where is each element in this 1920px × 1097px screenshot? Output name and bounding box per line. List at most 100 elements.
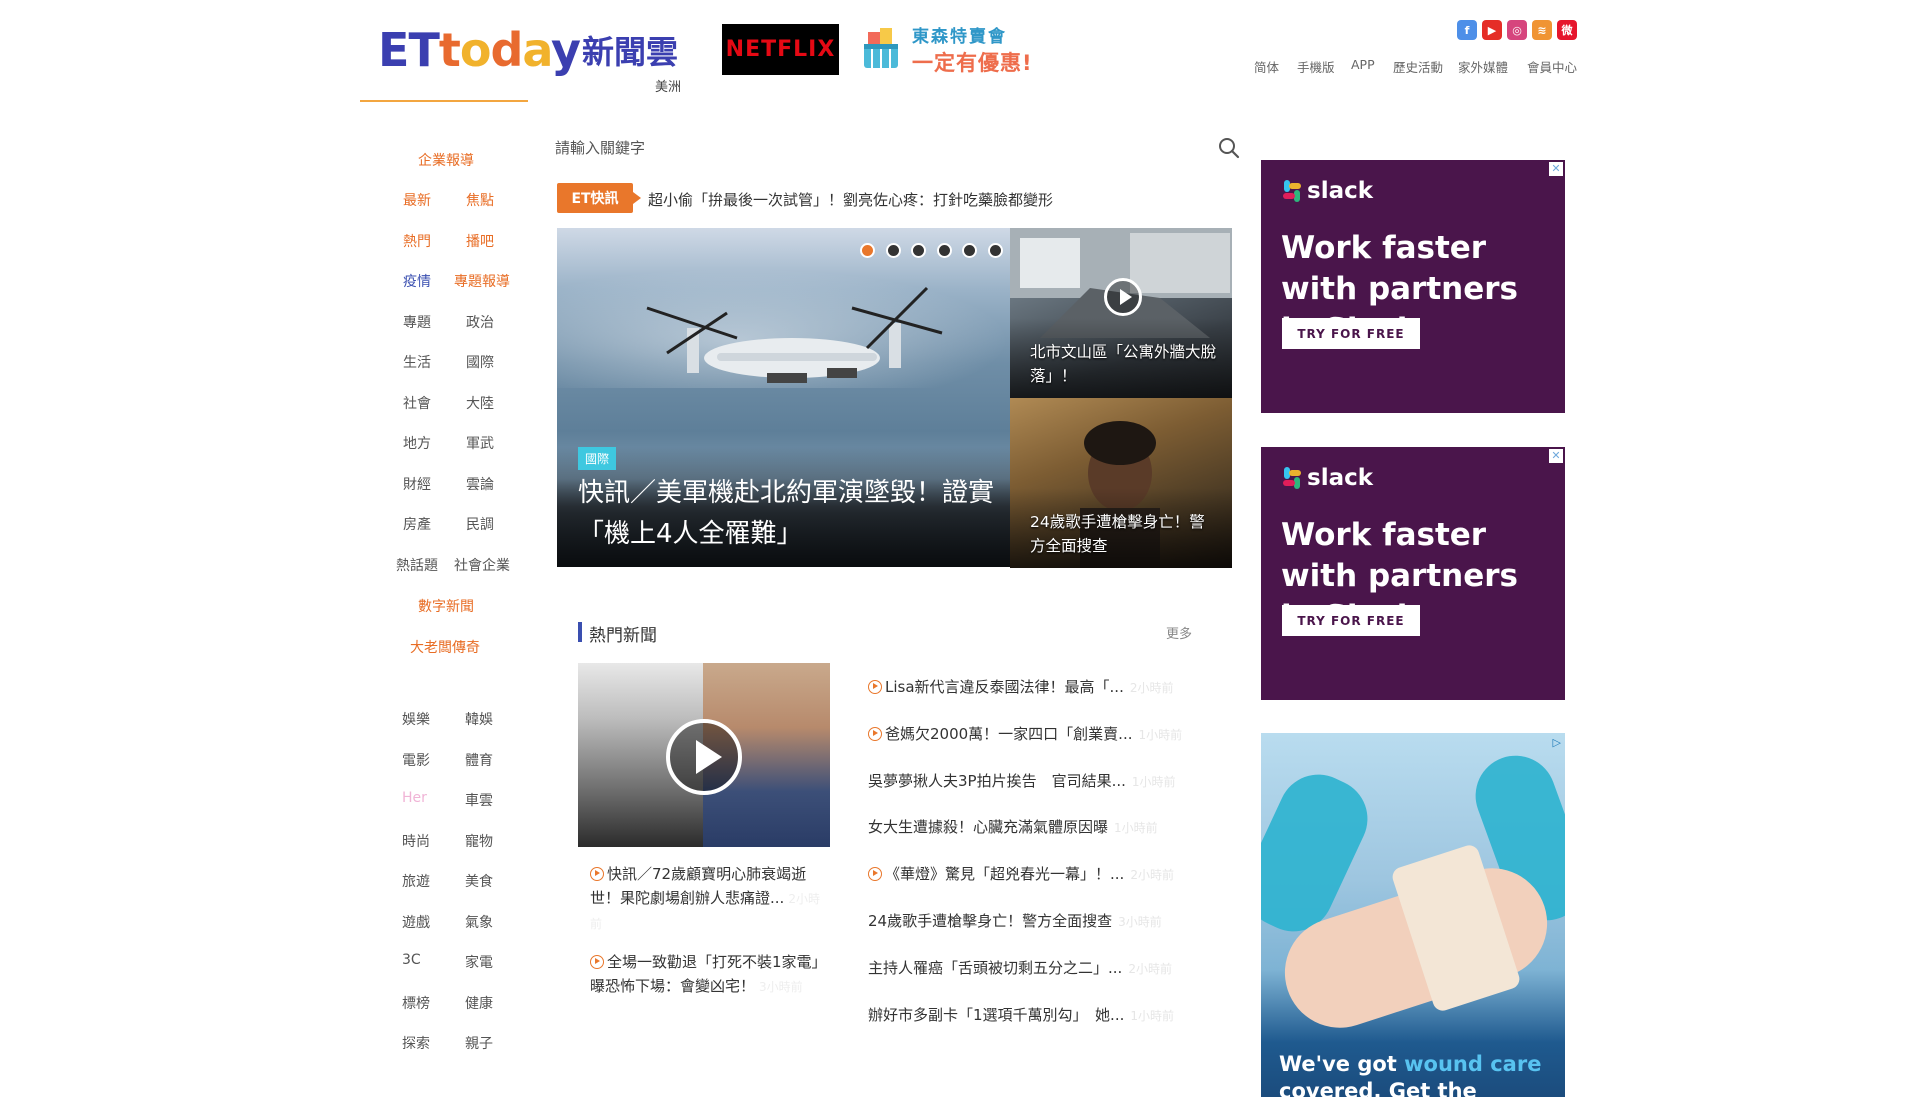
sidebar-item[interactable]: 專題 [403, 312, 431, 332]
sidebar-item[interactable]: 軍武 [466, 433, 494, 453]
sidebar-item[interactable]: 社會企業 [454, 555, 510, 575]
top-nav-link[interactable]: 歷史活動 [1393, 57, 1443, 76]
sidebar-item-boss[interactable]: 大老闆傳奇 [410, 637, 480, 657]
sidebar-item[interactable]: 地方 [403, 433, 431, 453]
hot-news-title[interactable]: 主持人罹癌「舌頭被切剩五分之二」... [868, 959, 1122, 977]
sidebar-item[interactable]: 氣象 [465, 912, 493, 932]
ad-close-icon[interactable]: ✕ [1549, 449, 1563, 463]
carousel-dot[interactable] [936, 243, 952, 258]
promo-banner[interactable]: 東森特賣會 一定有優惠! [858, 20, 1034, 78]
sidebar-item[interactable]: 最新 [403, 190, 431, 210]
youtube-icon[interactable]: ▶ [1482, 20, 1502, 40]
hot-news-item[interactable]: 吳夢夢揪人夫3P拍片挨告 官司結果... 1小時前 [868, 770, 1208, 791]
sidebar-item[interactable]: 時尚 [402, 831, 430, 851]
carousel-dot[interactable] [987, 243, 1003, 258]
hot-news-item[interactable]: Lisa新代言違反泰國法律！最高「... 2小時前 [868, 676, 1208, 697]
sidebar-item[interactable]: 房產 [403, 514, 431, 534]
breaking-news-ticker[interactable]: 超小偷「拚最後一次試管」！劉亮佐心疼：打針吃藥臉都變形 [648, 189, 1053, 210]
ad-close-icon[interactable]: ✕ [1549, 162, 1563, 176]
hot-feature-image[interactable] [578, 663, 830, 847]
hot-news-title[interactable]: 《華燈》驚見「超兇春光一幕」！... [885, 865, 1124, 883]
sidebar-item[interactable]: 疫情 [403, 271, 431, 291]
sidebar-item[interactable]: 車雲 [465, 790, 493, 810]
sidebar-item[interactable]: 民調 [466, 514, 494, 534]
hot-feature-title[interactable]: 快訊／72歲顧寶明心肺衰竭逝世！果陀劇場創辦人悲痛證... [590, 865, 806, 907]
sidebar-item[interactable]: 政治 [466, 312, 494, 332]
play-icon[interactable] [1104, 278, 1142, 316]
sidebar-item[interactable]: Her [402, 790, 427, 806]
instagram-icon[interactable]: ◎ [1507, 20, 1527, 40]
sidebar-item-digits[interactable]: 數字新聞 [418, 596, 474, 616]
weibo-icon[interactable]: 微 [1557, 20, 1577, 40]
try-for-free-button[interactable]: TRY FOR FREE [1282, 605, 1420, 636]
sidebar-item[interactable]: 社會 [403, 393, 431, 413]
sidebar-item[interactable]: 探索 [402, 1033, 430, 1053]
rss-icon[interactable]: ≋ [1532, 20, 1552, 40]
hot-news-item[interactable]: 女大生遭據殺！心臟充滿氣體原因曝 1小時前 [868, 816, 1208, 837]
facebook-icon[interactable]: f [1457, 20, 1477, 40]
sidebar-item[interactable]: 專題報導 [454, 271, 510, 291]
sidebar-item[interactable]: 標榜 [402, 993, 430, 1013]
top-nav-link[interactable]: 家外媒體 [1458, 57, 1508, 76]
hot-news-item[interactable]: 辦好市多副卡「1選項千萬別勾」 她... 1小時前 [868, 1004, 1208, 1025]
hero-story[interactable]: 國際 快訊／美軍機赴北約軍演墜毀！證實「機上4人全罹難」 [557, 228, 1010, 567]
side-story-1[interactable]: 北市文山區「公寓外牆大脫落」！ [1010, 228, 1232, 398]
hot-feature-item[interactable]: 快訊／72歲顧寶明心肺衰竭逝世！果陀劇場創辦人悲痛證... 2小時前 [590, 862, 820, 936]
top-nav-link[interactable]: 简体 [1254, 57, 1279, 76]
region-label[interactable]: 美洲 [655, 76, 681, 95]
hot-news-title[interactable]: Lisa新代言違反泰國法律！最高「... [885, 678, 1124, 696]
carousel-dot[interactable] [885, 243, 901, 258]
sidebar-item[interactable]: 體育 [465, 750, 493, 770]
hot-news-title[interactable]: 辦好市多副卡「1選項千萬別勾」 她... [868, 1006, 1124, 1024]
sidebar-item[interactable]: 大陸 [466, 393, 494, 413]
hot-news-item[interactable]: 24歲歌手遭槍擊身亡！警方全面搜查 3小時前 [868, 910, 1208, 931]
side-story-2[interactable]: 24歲歌手遭槍擊身亡！警方全面搜查 [1010, 398, 1232, 568]
sidebar-item[interactable]: 娛樂 [402, 709, 430, 729]
sidebar-item[interactable]: 健康 [465, 993, 493, 1013]
wound-care-ad[interactable]: ▷ We've got wound care covered. Get the … [1261, 733, 1565, 1097]
sidebar-item[interactable]: 親子 [465, 1033, 493, 1053]
hot-news-title[interactable]: 24歲歌手遭槍擊身亡！警方全面搜查 [868, 912, 1112, 930]
sidebar-item[interactable]: 寵物 [465, 831, 493, 851]
sidebar-item-corporate[interactable]: 企業報導 [418, 150, 474, 170]
carousel-dot[interactable] [962, 243, 977, 258]
sidebar-item[interactable]: 播吧 [466, 231, 494, 251]
sidebar-item[interactable]: 家電 [465, 952, 493, 972]
side-story-2-title[interactable]: 24歲歌手遭槍擊身亡！警方全面搜查 [1030, 510, 1220, 558]
adchoices-icon[interactable]: ▷ [1553, 736, 1561, 749]
search-input[interactable] [555, 133, 1215, 163]
sidebar-item[interactable]: 3C [402, 952, 421, 968]
sidebar-item[interactable]: 熱話題 [396, 555, 438, 575]
try-for-free-button[interactable]: TRY FOR FREE [1282, 318, 1420, 349]
sidebar-item[interactable]: 生活 [403, 352, 431, 372]
hot-news-item[interactable]: 爸媽欠2000萬！一家四口「創業賣... 1小時前 [868, 723, 1208, 744]
sidebar-item[interactable]: 財經 [403, 474, 431, 494]
search-icon[interactable] [1218, 137, 1240, 163]
top-nav-link[interactable]: 會員中心 [1527, 57, 1577, 76]
sidebar-item[interactable]: 焦點 [466, 190, 494, 210]
slack-ad-1[interactable]: ✕ slack Work faster with partners in Sla… [1261, 160, 1565, 413]
hot-news-title[interactable]: 女大生遭據殺！心臟充滿氣體原因曝 [868, 818, 1108, 836]
slack-ad-2[interactable]: ✕ slack Work faster with partners in Sla… [1261, 447, 1565, 700]
netflix-banner[interactable]: NETFLIX [722, 24, 839, 75]
sidebar-item[interactable]: 雲論 [466, 474, 494, 494]
sidebar-item[interactable]: 美食 [465, 871, 493, 891]
hot-news-item[interactable]: 《華燈》驚見「超兇春光一幕」！... 2小時前 [868, 863, 1208, 884]
hot-feature-item[interactable]: 全場一致勸退「打死不裝1家電」 曝恐怖下場：會變凶宅！ 3小時前 [590, 950, 834, 999]
side-story-1-title[interactable]: 北市文山區「公寓外牆大脫落」！ [1030, 340, 1220, 388]
carousel-dot[interactable] [911, 243, 926, 258]
hot-news-item[interactable]: 主持人罹癌「舌頭被切剩五分之二」... 2小時前 [868, 957, 1208, 978]
sidebar-item[interactable]: 電影 [402, 750, 430, 770]
hot-news-title[interactable]: 爸媽欠2000萬！一家四口「創業賣... [885, 725, 1132, 743]
sidebar-item[interactable]: 國際 [466, 352, 494, 372]
hot-news-title[interactable]: 吳夢夢揪人夫3P拍片挨告 官司結果... [868, 772, 1126, 790]
top-nav-link[interactable]: 手機版 [1297, 57, 1335, 76]
sidebar-item[interactable]: 韓娛 [465, 709, 493, 729]
sidebar-item[interactable]: 熱門 [403, 231, 431, 251]
carousel-dot[interactable] [860, 243, 875, 258]
hero-category-tag[interactable]: 國際 [578, 447, 617, 470]
sidebar-item[interactable]: 遊戲 [402, 912, 430, 932]
sidebar-item[interactable]: 旅遊 [402, 871, 430, 891]
hot-news-more-link[interactable]: 更多 [1166, 623, 1192, 642]
hero-title[interactable]: 快訊／美軍機赴北約軍演墜毀！證實「機上4人全罹難」 [578, 473, 998, 555]
